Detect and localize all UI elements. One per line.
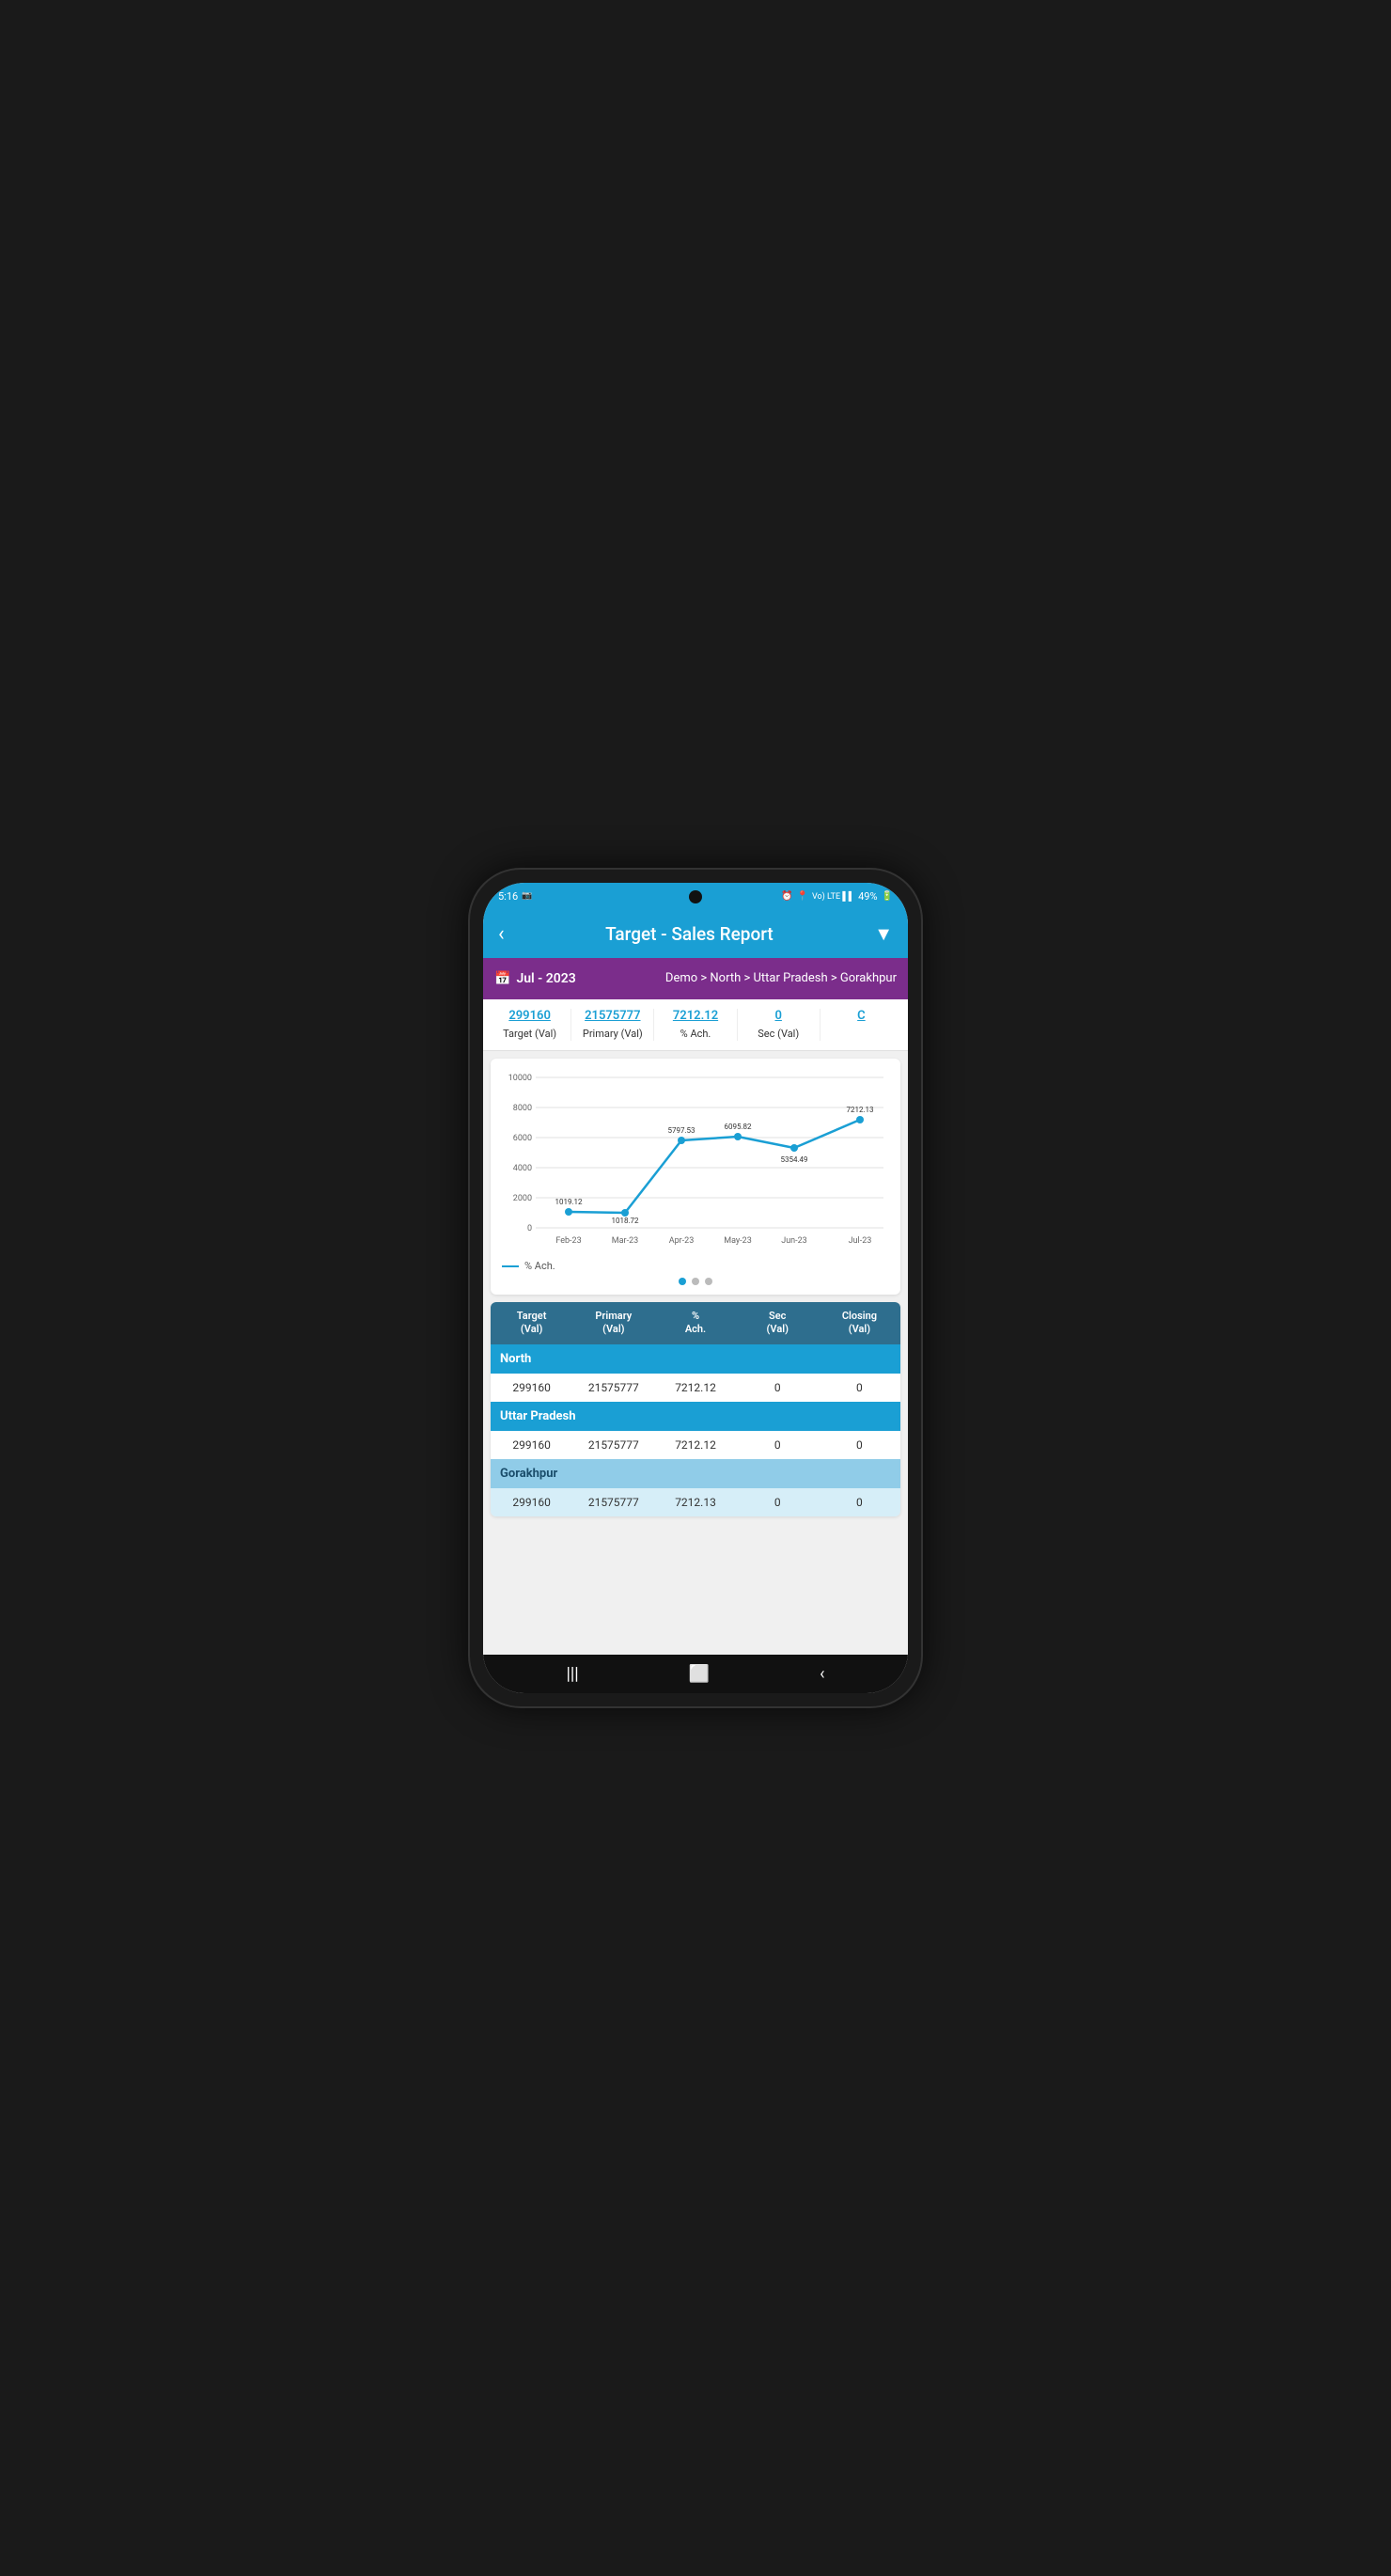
target-label: Target (Val)	[503, 1028, 556, 1040]
signal-icon: Vo) LTE ▌▌	[812, 891, 854, 902]
svg-text:4000: 4000	[513, 1164, 532, 1173]
svg-text:10000: 10000	[508, 1074, 532, 1083]
summary-ach[interactable]: 7212.12 % Ach.	[654, 1009, 737, 1041]
battery-icon: 🔋	[882, 891, 893, 902]
nav-back-button[interactable]: ‹	[820, 1664, 824, 1684]
svg-text:Apr-23: Apr-23	[669, 1236, 695, 1246]
svg-text:5797.53: 5797.53	[667, 1126, 695, 1135]
col-header-ach: %Ach.	[654, 1302, 736, 1344]
row-up-closing: 0	[819, 1431, 900, 1459]
data-table: Target(Val) Primary(Val) %Ach. Sec(Val) …	[491, 1302, 900, 1516]
chart-area: 10000 8000 6000 4000 2000 0	[498, 1068, 893, 1256]
col-header-closing: Closing(Val)	[819, 1302, 900, 1344]
back-button[interactable]: ‹	[498, 922, 505, 946]
row-gorakhpur-ach: 7212.13	[654, 1488, 736, 1516]
svg-text:5354.49: 5354.49	[780, 1155, 807, 1164]
row-up-target: 299160	[491, 1431, 572, 1459]
legend-label: % Ach.	[524, 1260, 555, 1272]
svg-text:May-23: May-23	[724, 1236, 752, 1246]
primary-value[interactable]: 21575777	[575, 1009, 649, 1023]
row-gorakhpur-sec: 0	[737, 1488, 819, 1516]
svg-text:1018.72: 1018.72	[611, 1217, 639, 1225]
row-gorakhpur-closing: 0	[819, 1488, 900, 1516]
row-north-sec: 0	[737, 1374, 819, 1402]
section-gorakhpur: Gorakhpur 299160 21575777 7212.13 0 0	[491, 1459, 900, 1516]
svg-text:Feb-23: Feb-23	[555, 1236, 581, 1246]
col-header-target: Target(Val)	[491, 1302, 572, 1344]
ach-value[interactable]: 7212.12	[658, 1009, 732, 1023]
summary-target[interactable]: 299160 Target (Val)	[489, 1009, 571, 1041]
svg-text:8000: 8000	[513, 1104, 532, 1113]
col-header-sec: Sec(Val)	[737, 1302, 819, 1344]
c-value[interactable]: C	[824, 1009, 899, 1023]
table-row: 299160 21575777 7212.13 0 0	[491, 1488, 900, 1516]
summary-c[interactable]: C	[821, 1009, 902, 1041]
date-section[interactable]: 📅 Jul - 2023	[494, 971, 576, 986]
section-header-up[interactable]: Uttar Pradesh	[491, 1402, 900, 1431]
target-value[interactable]: 299160	[492, 1009, 567, 1023]
nav-menu-button[interactable]: |||	[566, 1664, 578, 1684]
time-display: 5:16	[498, 890, 518, 903]
svg-text:0: 0	[527, 1224, 532, 1233]
svg-text:7212.13: 7212.13	[846, 1106, 873, 1114]
table-row: 299160 21575777 7212.12 0 0	[491, 1431, 900, 1459]
summary-primary[interactable]: 21575777 Primary (Val)	[571, 1009, 654, 1041]
svg-text:1019.12: 1019.12	[555, 1198, 583, 1206]
section-header-north[interactable]: North	[491, 1344, 900, 1374]
filter-button[interactable]: ▼	[874, 922, 893, 946]
section-header-gorakhpur[interactable]: Gorakhpur	[491, 1459, 900, 1488]
date-breadcrumb-bar: 📅 Jul - 2023 Demo > North > Uttar Prades…	[483, 958, 908, 999]
col-header-primary: Primary(Val)	[572, 1302, 654, 1344]
svg-text:Jun-23: Jun-23	[781, 1236, 807, 1246]
bottom-nav: ||| ⬜ ‹	[483, 1655, 908, 1693]
row-up-primary: 21575777	[572, 1431, 654, 1459]
svg-text:6095.82: 6095.82	[724, 1123, 752, 1131]
chart-legend: % Ach.	[498, 1256, 893, 1274]
status-right: ⏰ 📍 Vo) LTE ▌▌ 49% 🔋	[781, 890, 893, 903]
alarm-icon: ⏰	[781, 891, 792, 902]
location-icon: 📍	[797, 891, 808, 902]
table-header-row: Target(Val) Primary(Val) %Ach. Sec(Val) …	[491, 1302, 900, 1344]
row-north-ach: 7212.12	[654, 1374, 736, 1402]
row-up-sec: 0	[737, 1431, 819, 1459]
svg-text:Mar-23: Mar-23	[612, 1236, 638, 1246]
date-display: Jul - 2023	[516, 971, 575, 986]
breadcrumb: Demo > North > Uttar Pradesh > Gorakhpur	[586, 971, 897, 987]
chart-dot-3[interactable]	[705, 1278, 712, 1285]
summary-row: 299160 Target (Val) 21575777 Primary (Va…	[483, 999, 908, 1051]
battery-display: 49%	[858, 890, 877, 903]
nav-home-button[interactable]: ⬜	[689, 1664, 710, 1684]
primary-label: Primary (Val)	[583, 1028, 643, 1040]
camera	[689, 890, 702, 903]
row-gorakhpur-target: 299160	[491, 1488, 572, 1516]
chart-pagination	[498, 1274, 893, 1289]
app-bar: ‹ Target - Sales Report ▼	[483, 909, 908, 958]
svg-text:Jul-23: Jul-23	[849, 1236, 872, 1246]
chart-container: 10000 8000 6000 4000 2000 0	[491, 1059, 900, 1295]
line-chart: 10000 8000 6000 4000 2000 0	[498, 1068, 893, 1256]
row-north-primary: 21575777	[572, 1374, 654, 1402]
row-north-target: 299160	[491, 1374, 572, 1402]
row-north-closing: 0	[819, 1374, 900, 1402]
chart-dot-2[interactable]	[692, 1278, 699, 1285]
sec-label: Sec (Val)	[758, 1028, 799, 1040]
sec-value[interactable]: 0	[742, 1009, 816, 1023]
page-title: Target - Sales Report	[505, 923, 875, 945]
content-area: 299160 Target (Val) 21575777 Primary (Va…	[483, 999, 908, 1655]
calendar-icon: 📅	[494, 971, 510, 986]
chart-dot-1[interactable]	[679, 1278, 686, 1285]
legend-line-icon	[502, 1265, 519, 1267]
svg-text:6000: 6000	[513, 1134, 532, 1143]
phone-frame: 5:16 📷 ⏰ 📍 Vo) LTE ▌▌ 49% 🔋 ‹ Target - S…	[470, 870, 921, 1706]
summary-sec[interactable]: 0 Sec (Val)	[738, 1009, 821, 1041]
table-row: 299160 21575777 7212.12 0 0	[491, 1374, 900, 1402]
row-up-ach: 7212.12	[654, 1431, 736, 1459]
status-icons: 📷	[522, 891, 532, 901]
row-gorakhpur-primary: 21575777	[572, 1488, 654, 1516]
svg-text:2000: 2000	[513, 1194, 532, 1203]
status-left: 5:16 📷	[498, 890, 532, 903]
phone-screen: 5:16 📷 ⏰ 📍 Vo) LTE ▌▌ 49% 🔋 ‹ Target - S…	[483, 883, 908, 1693]
ach-label: % Ach.	[680, 1028, 711, 1040]
